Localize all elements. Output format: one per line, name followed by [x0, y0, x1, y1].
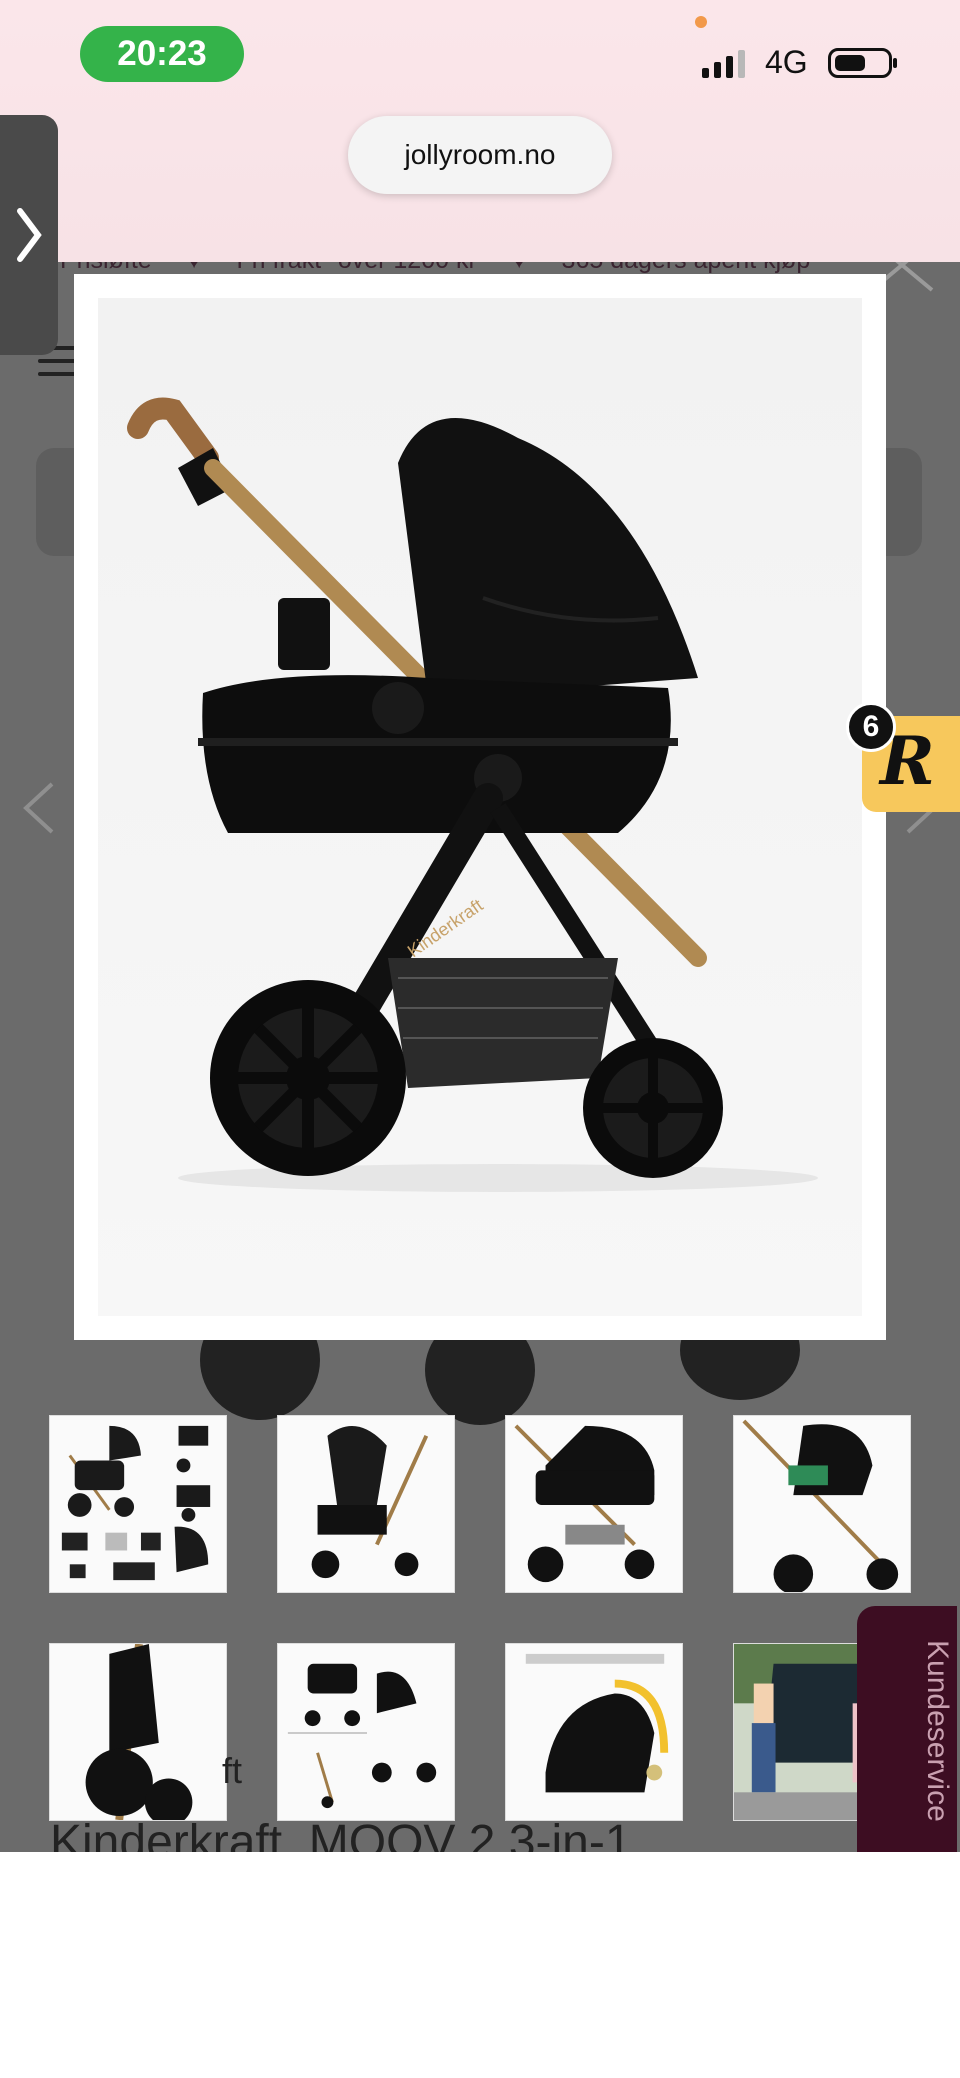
thumbnail-4[interactable] [733, 1415, 911, 1593]
chevron-left-icon[interactable] [20, 780, 60, 836]
product-brand: ft [222, 1750, 243, 1791]
url-bar[interactable]: jollyroom.no [348, 116, 612, 194]
customer-service-label: Kundeservice [921, 1640, 954, 1822]
thumbnail-2-image [278, 1416, 454, 1592]
battery-icon [828, 48, 892, 78]
stroller-illustration: Kinderkraft [127, 397, 818, 1192]
status-bar: 20:23 4G jollyroom.no [0, 0, 960, 262]
thumbnail-3[interactable] [505, 1415, 683, 1593]
side-panel-tab[interactable] [0, 115, 58, 355]
signal-icon [702, 50, 745, 78]
thumbnail-2[interactable] [277, 1415, 455, 1593]
privacy-indicator-dot [695, 16, 707, 28]
thumbnail-3-image [506, 1416, 682, 1592]
thumbnail-4-image [734, 1416, 910, 1592]
thumbnail-1-image [50, 1416, 226, 1592]
chevron-right-icon [17, 208, 42, 262]
product-main-image[interactable]: Kinderkraft [98, 298, 862, 1316]
product-title: Kinderkraft, MOOV 2 3-in-1 [50, 1816, 632, 1852]
rewards-count-badge: 6 [846, 702, 896, 752]
image-lightbox-modal: Kinderkraft [74, 274, 886, 1340]
network-type: 4G [765, 44, 808, 80]
thumbnail-6[interactable] [277, 1643, 455, 1821]
thumbnail-6-image [278, 1644, 454, 1820]
thumbnail-7[interactable] [505, 1643, 683, 1821]
thumbnail-5-image [50, 1644, 226, 1820]
status-time: 20:23 [80, 26, 244, 82]
battery-nub [893, 58, 897, 68]
thumbnail-7-image [506, 1644, 682, 1820]
thumbnail-1[interactable] [49, 1415, 227, 1593]
thumbnail-5[interactable] [49, 1643, 227, 1821]
bottom-safe-area [0, 1852, 960, 2078]
